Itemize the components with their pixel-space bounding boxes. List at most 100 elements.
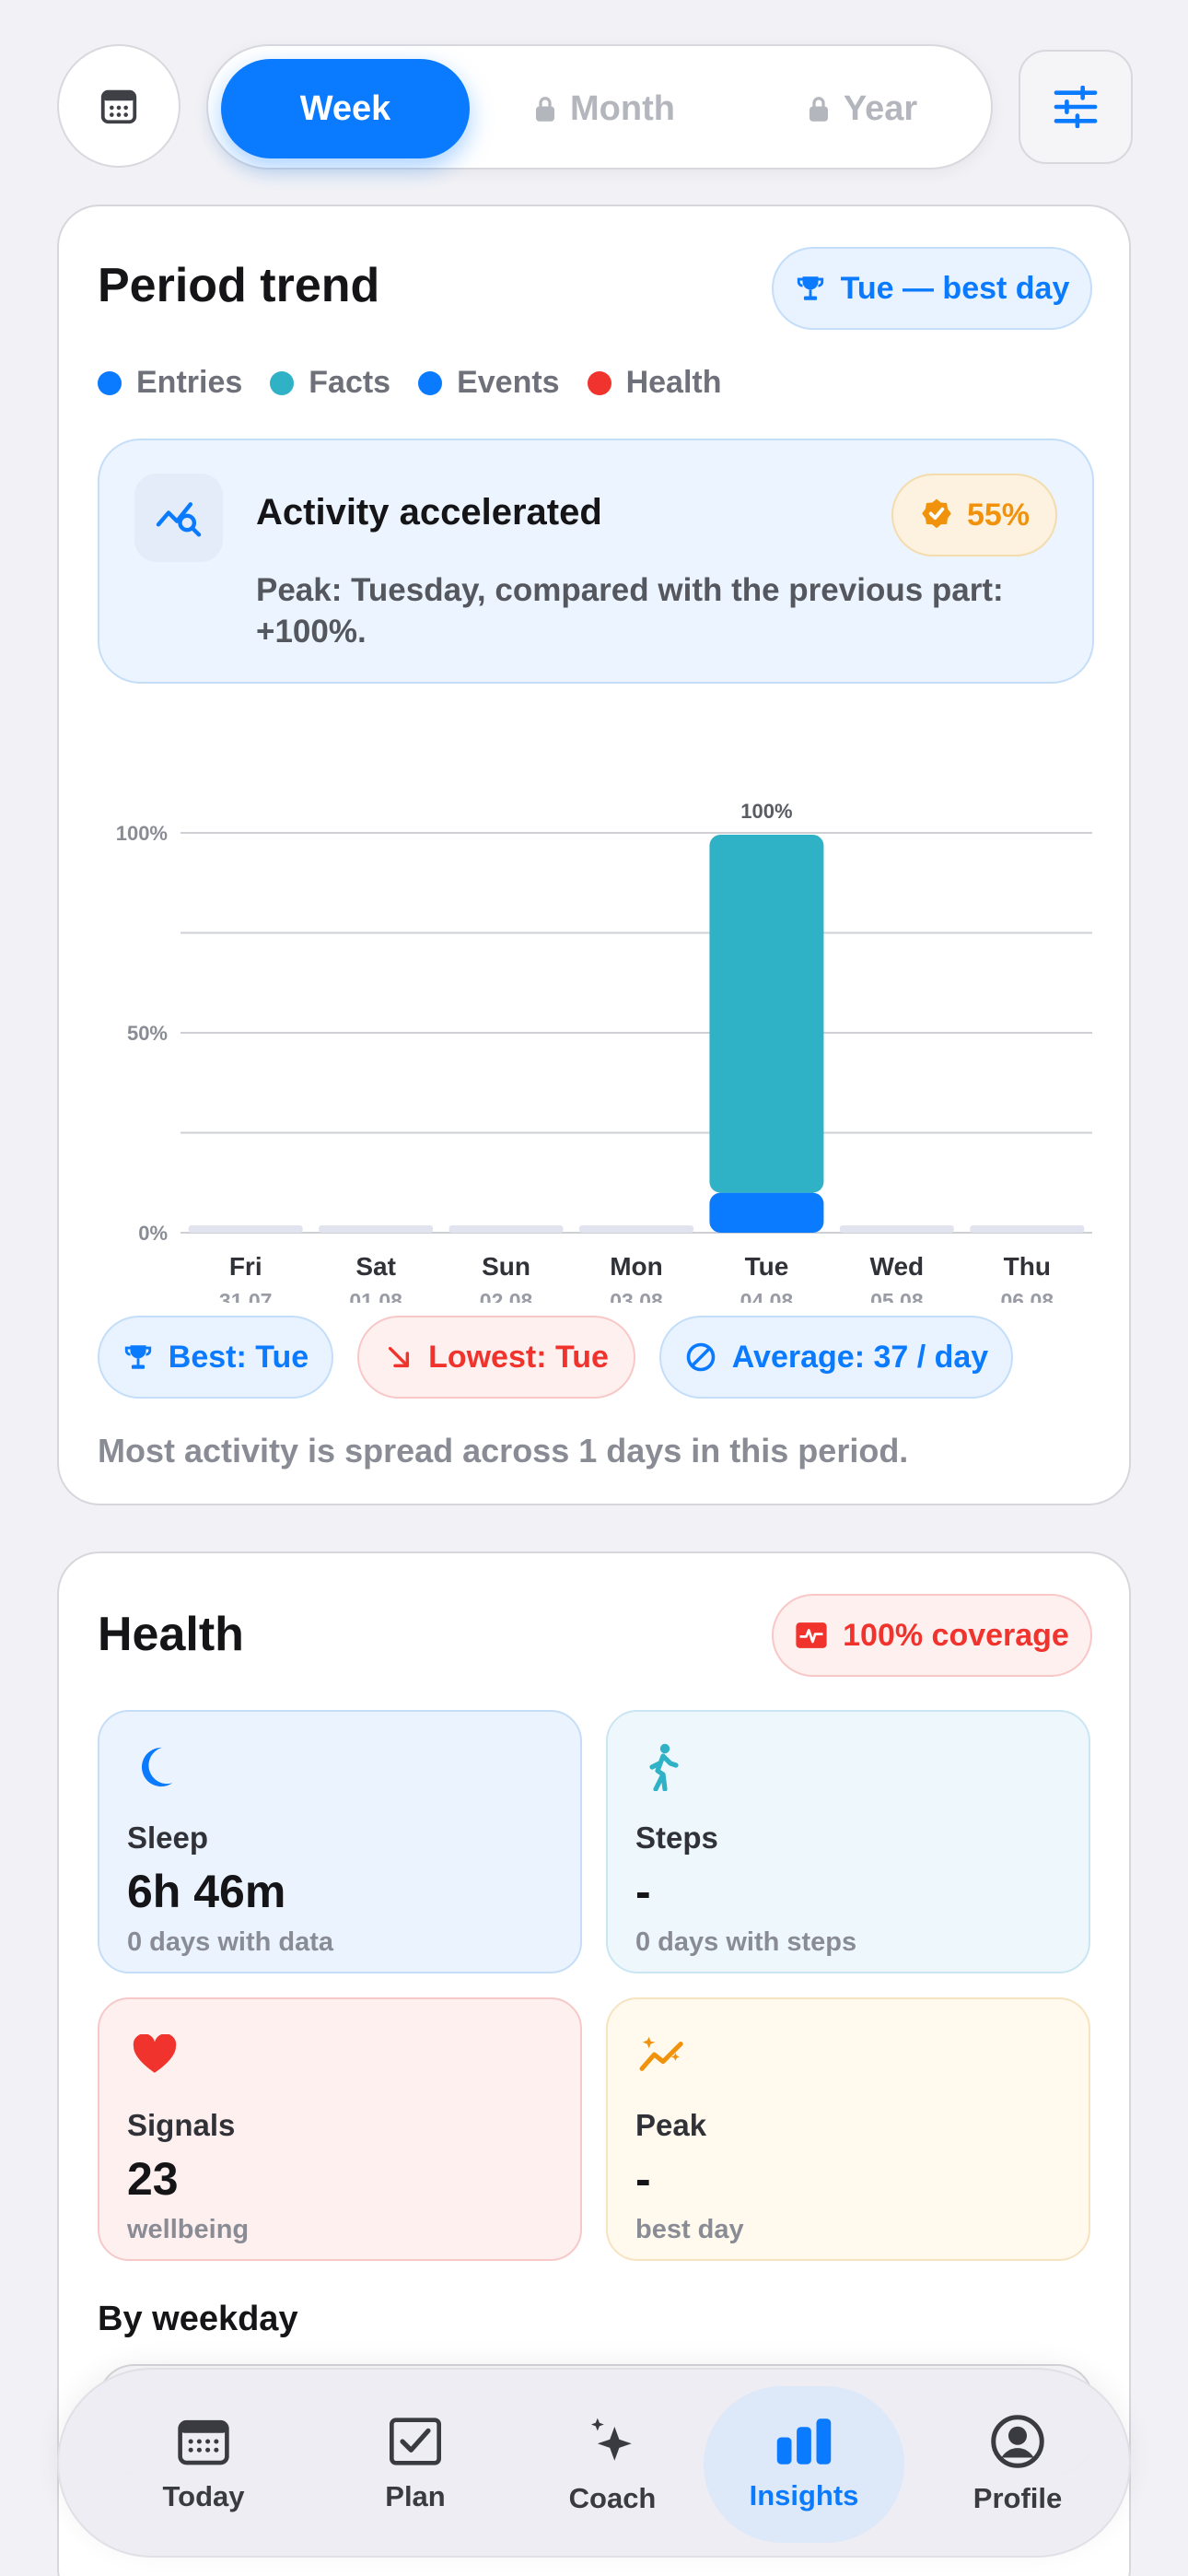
bar-empty [188,1225,303,1233]
best-stat-pill: Best: Tue [98,1316,333,1399]
segment-year-label: Year [843,88,918,128]
x-tick-date: 02.08 [480,1289,533,1303]
legend-item-facts: Facts [270,365,390,401]
tile-label: Steps [635,1821,718,1855]
x-tick-label: Thu [1004,1252,1051,1281]
calendar-icon [178,2419,229,2465]
trophy-icon [797,276,823,300]
best-day-badge: Tue — best day [772,247,1092,330]
lock-icon [809,97,828,122]
tile-label: Sleep [127,1821,209,1855]
coverage-badge-label: 100% coverage [843,1617,1069,1653]
tab-plan[interactable]: Plan [319,2370,512,2559]
period-trend-card: Period trend Tue — best day Entries Fact… [57,205,1131,1505]
bar-empty [448,1225,564,1233]
tile-label: Peak [635,2108,707,2142]
legend-dot [587,370,611,395]
x-tick-date: 03.08 [610,1289,663,1303]
bar-empty [839,1225,954,1233]
segment-month[interactable]: Month [484,59,724,158]
bar-segment-facts [709,835,824,1193]
period-summary-note: Most activity is spread across 1 days in… [98,1432,909,1469]
stats-row: Best: Tue Lowest: Tue Average: 37 / day [98,1316,1111,1399]
x-tick-label: Sat [355,1252,396,1281]
coverage-badge: 100% coverage [772,1594,1092,1677]
peak-tile[interactable]: Peak - best day [606,1997,1090,2261]
trend-search-icon [134,474,223,562]
trophy-icon [124,1345,151,1369]
bar-empty [319,1225,434,1233]
by-weekday-heading: By weekday [98,2300,298,2338]
top-bar: Week Month Year [0,0,1188,184]
sparkles-icon [590,2418,632,2461]
legend-dot [98,370,122,395]
legend-label: Events [457,365,560,400]
tile-value: 6h 46m [127,1866,286,1917]
steps-tile[interactable]: Steps - 0 days with steps [606,1710,1090,1973]
calendar-button[interactable] [57,44,181,168]
x-tick-label: Fri [229,1252,262,1281]
signals-tile[interactable]: Signals 23 wellbeing [98,1997,582,2261]
segment-week-label: Week [299,88,391,128]
bar-segment-entries [709,1192,824,1233]
insight-title: Activity accelerated [256,492,602,533]
tab-label: Insights [749,2479,859,2512]
legend-dot [418,370,443,395]
checkbox-icon [390,2418,441,2465]
y-tick-label: 100% [116,822,168,845]
tab-label: Coach [568,2482,657,2514]
lowest-stat-label: Lowest: Tue [428,1339,609,1375]
legend-dot [270,370,295,395]
x-tick-date: 04.08 [740,1289,794,1303]
x-tick-label: Wed [870,1252,925,1281]
tab-insights[interactable]: Insights [707,2370,901,2559]
tile-label: Signals [127,2108,236,2142]
bar-value-label: 100% [740,800,792,823]
sparkle-trend-icon [635,2027,691,2082]
legend-label: Health [625,365,722,400]
tile-subtext: 0 days with steps [635,1927,857,1957]
tile-value: - [635,2153,651,2205]
segment-year[interactable]: Year [742,59,982,158]
tab-label: Plan [385,2480,446,2512]
legend-item-entries: Entries [98,365,242,401]
verified-icon [922,498,951,529]
average-stat-pill: Average: 37 / day [659,1316,1013,1399]
tile-value: 23 [127,2153,179,2205]
bar-chart-icon [776,2418,832,2465]
arrow-down-right-icon [389,1346,410,1368]
confidence-value: 55% [966,497,1031,533]
legend-item-health: Health [587,365,722,401]
best-stat-label: Best: Tue [168,1339,309,1375]
filters-button[interactable] [1019,50,1133,164]
tab-label: Today [162,2480,245,2512]
legend-item-events: Events [418,365,560,401]
x-tick-date: 01.08 [349,1289,402,1303]
bar-empty [579,1225,693,1233]
x-tick-date: 05.08 [870,1289,924,1303]
segment-month-label: Month [570,88,675,128]
x-tick-label: Tue [745,1252,789,1281]
moon-icon [127,1739,182,1795]
calendar-icon [100,89,137,124]
tile-subtext: wellbeing [127,2215,250,2244]
period-segmented-control: Week Month Year [206,44,993,170]
lowest-stat-pill: Lowest: Tue [357,1316,635,1399]
tab-coach[interactable]: Coach [516,2370,709,2559]
period-trend-title: Period trend [98,259,380,312]
insight-text: Peak: Tuesday, compared with the previou… [256,572,1004,650]
tab-profile[interactable]: Profile [921,2370,1114,2559]
y-tick-label: 50% [127,1022,168,1045]
heart-icon [127,2027,182,2082]
bottom-tab-bar: Today Plan Coach Insights Profile [57,2368,1131,2558]
x-tick-label: Mon [610,1252,663,1281]
tab-today[interactable]: Today [107,2370,300,2559]
confidence-badge: 55% [891,474,1057,556]
tab-label: Profile [973,2482,1063,2514]
chart-legend: Entries Facts Events Health [98,365,722,401]
sleep-tile[interactable]: Sleep 6h 46m 0 days with data [98,1710,582,1973]
segment-week[interactable]: Week [221,59,470,158]
y-tick-label: 0% [138,1222,168,1245]
legend-label: Entries [136,365,243,400]
insight-panel: Activity accelerated 55% Peak: Tuesday, … [98,439,1094,684]
